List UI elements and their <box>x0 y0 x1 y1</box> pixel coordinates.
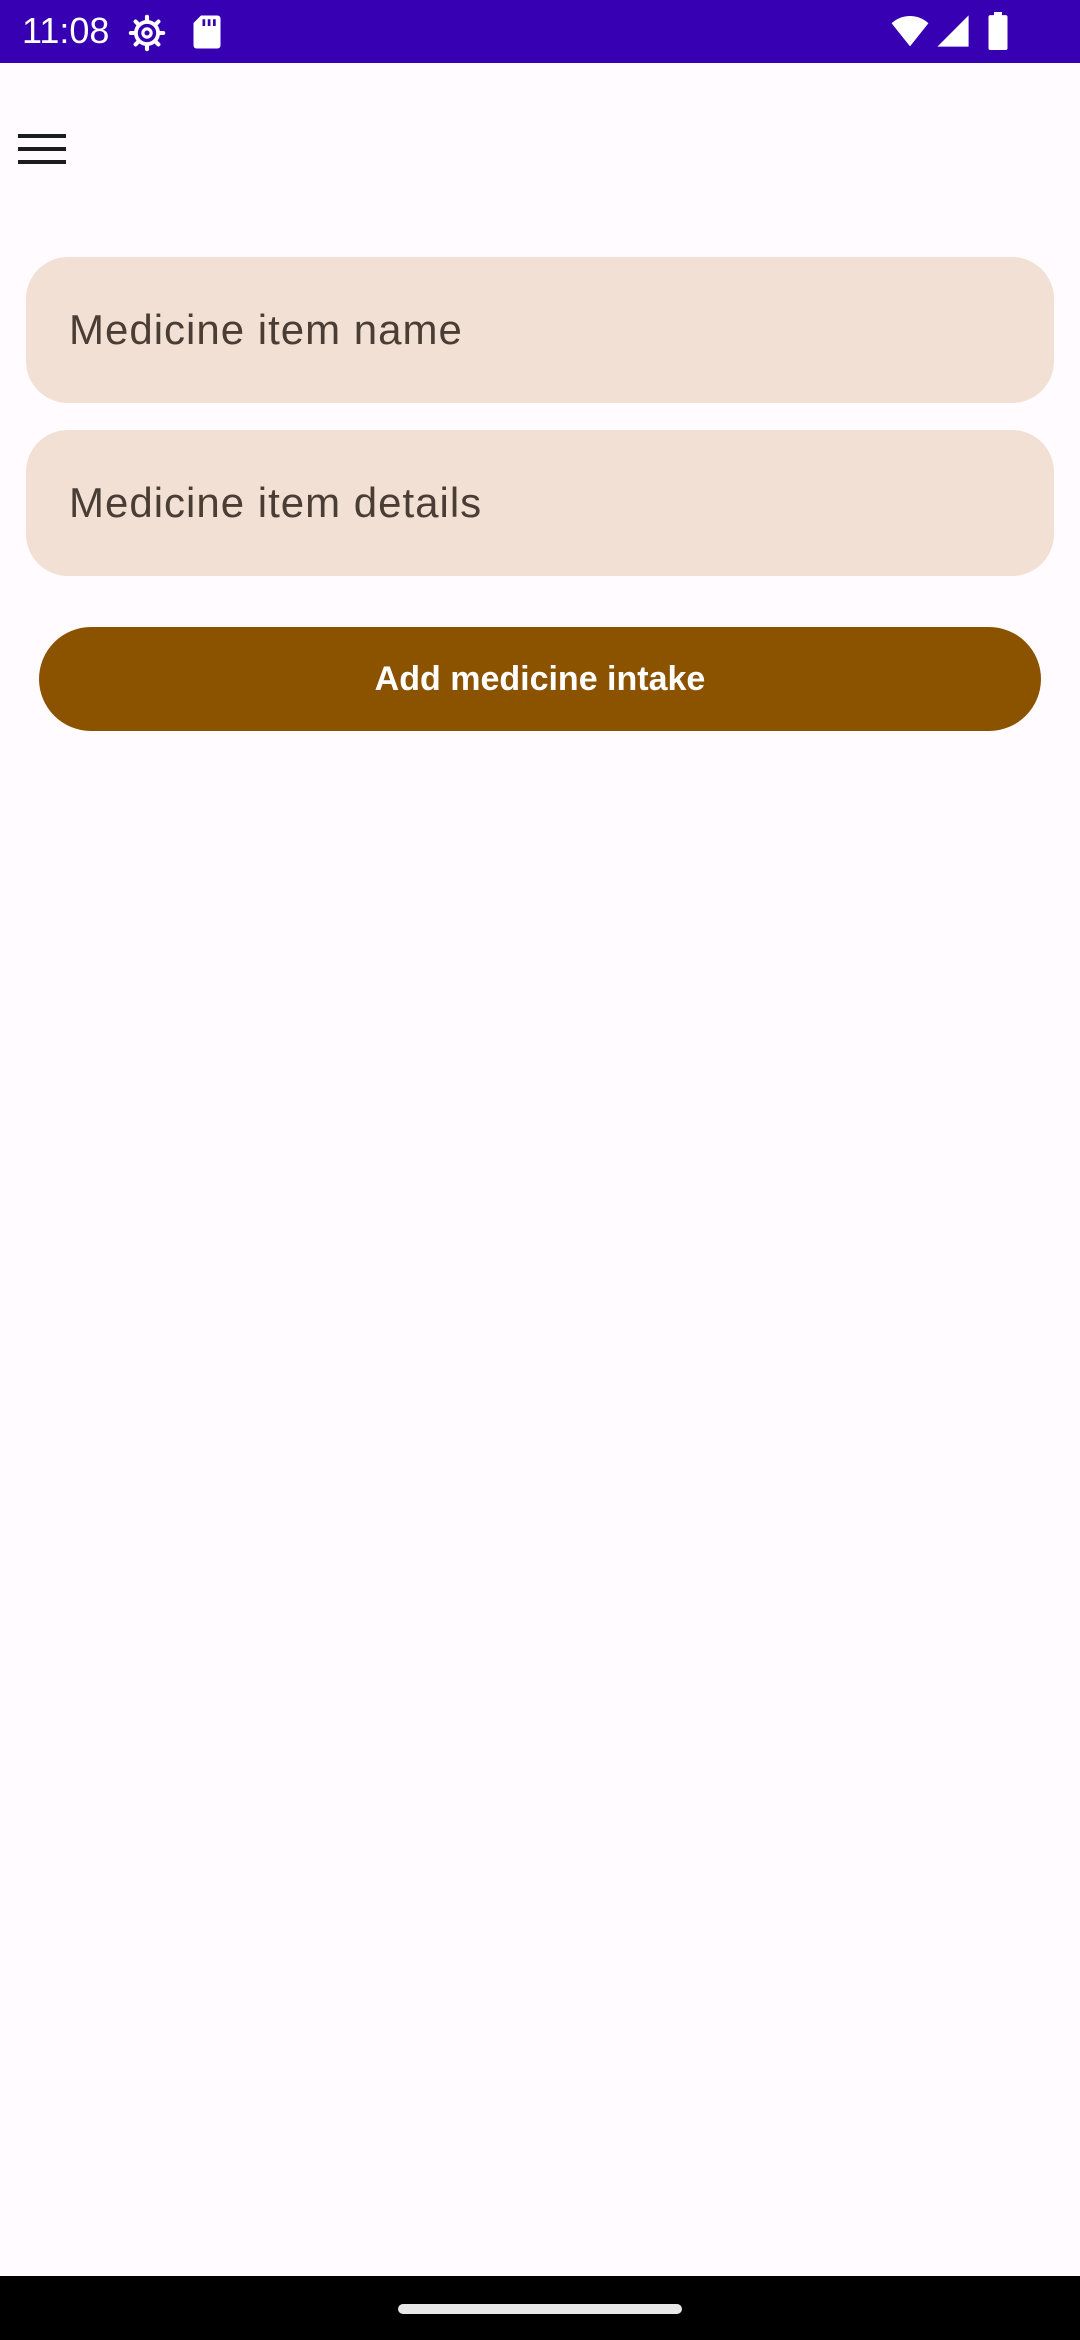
medicine-details-input[interactable] <box>69 479 1054 527</box>
hamburger-menu-icon <box>18 134 66 164</box>
home-indicator[interactable] <box>398 2304 682 2314</box>
cell-signal-icon <box>937 15 969 47</box>
sd-card-icon <box>193 15 221 49</box>
system-navigation-bar <box>0 2276 1080 2340</box>
medicine-details-field-container <box>26 430 1054 576</box>
settings-gear-icon <box>128 14 166 52</box>
medicine-name-input[interactable] <box>69 306 1054 354</box>
medicine-name-field-container <box>26 257 1054 403</box>
battery-icon <box>988 12 1008 50</box>
status-time: 11:08 <box>22 10 110 51</box>
wifi-icon <box>891 16 929 47</box>
add-medicine-intake-button[interactable]: Add medicine intake <box>39 627 1041 731</box>
top-app-bar <box>0 63 1080 227</box>
status-bar: 11:08 <box>0 0 1080 63</box>
menu-button[interactable] <box>10 117 74 181</box>
